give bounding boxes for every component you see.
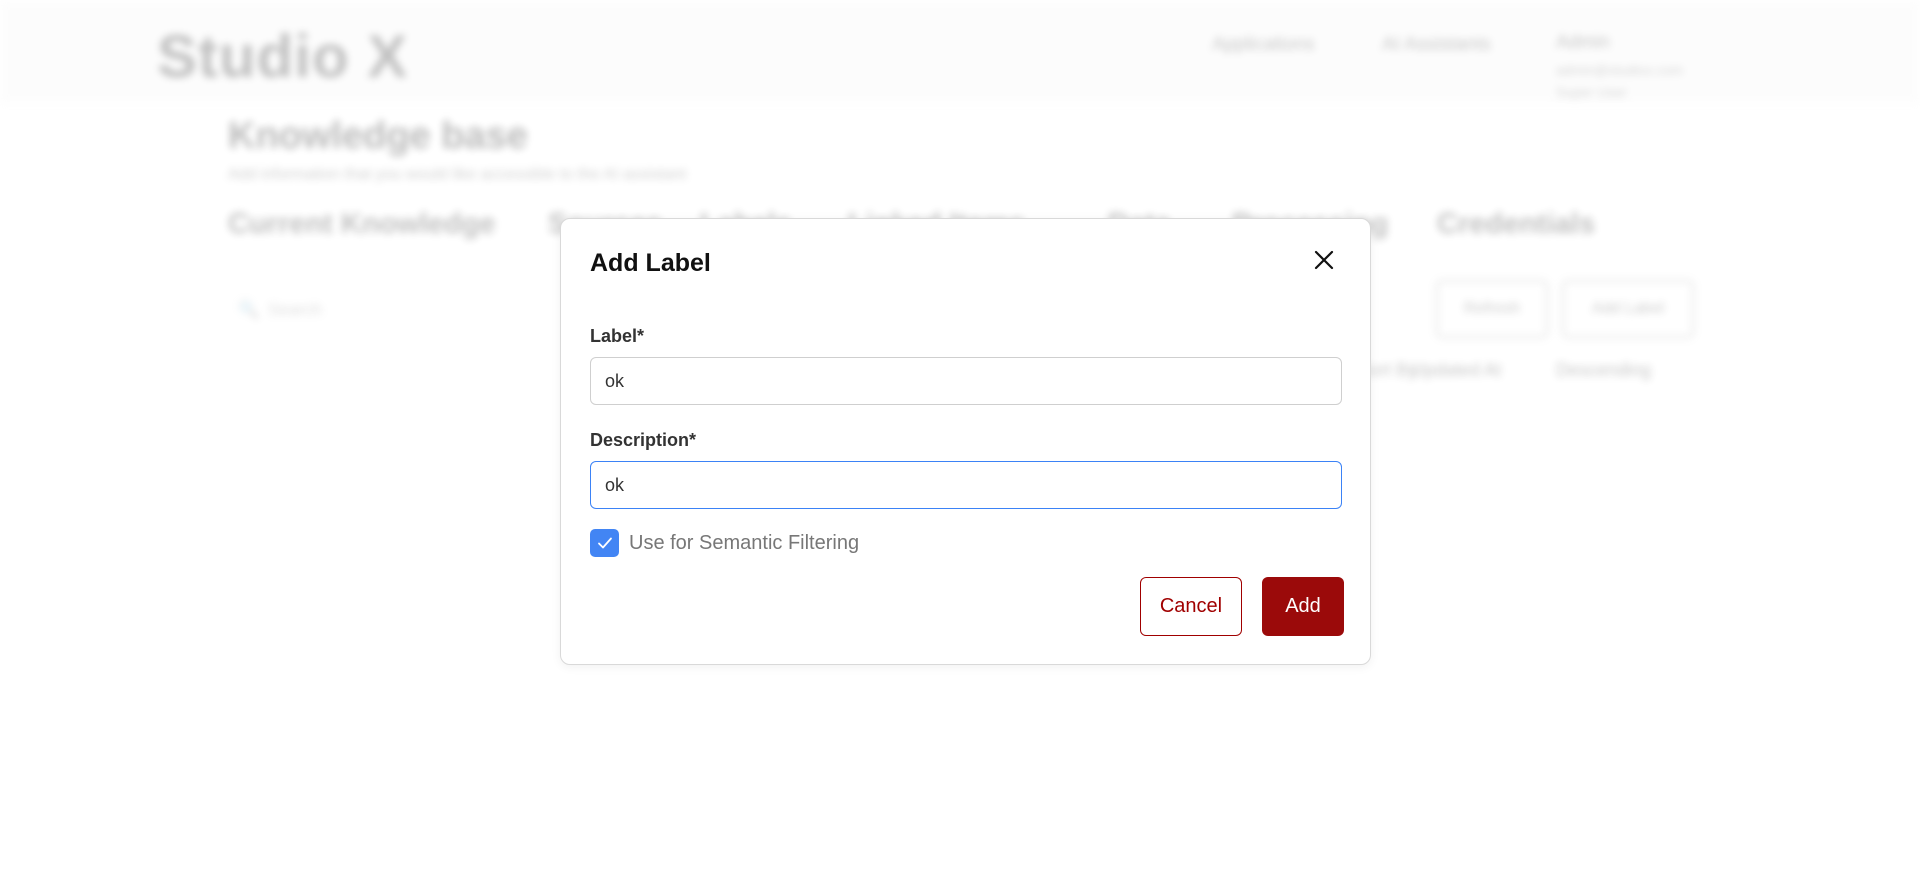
sort-by-select[interactable]: Updated At xyxy=(1412,360,1501,381)
search-placeholder: Search xyxy=(268,300,322,319)
page-subtitle: Add information that you would like acce… xyxy=(228,166,687,183)
cancel-button[interactable]: Cancel xyxy=(1140,577,1242,636)
page-title: Knowledge base xyxy=(228,115,528,157)
tab-current-knowledge[interactable]: Current Knowledge xyxy=(228,208,495,241)
sort-order-select[interactable]: Descending xyxy=(1556,360,1651,381)
tab-credentials[interactable]: Credentials xyxy=(1437,208,1595,241)
label-input[interactable] xyxy=(590,357,1342,405)
checkmark-icon xyxy=(597,537,612,549)
app-logo: Studio X xyxy=(157,23,409,90)
add-label-button[interactable]: Add Label xyxy=(1562,280,1694,338)
user-email: admin@studiox.com xyxy=(1556,62,1684,78)
dialog-title: Add Label xyxy=(590,249,711,277)
semantic-filtering-checkbox[interactable] xyxy=(590,529,619,557)
description-input[interactable] xyxy=(590,461,1342,509)
nav-applications[interactable]: Applications xyxy=(1212,34,1314,56)
description-field-label: Description* xyxy=(590,430,697,450)
user-name: Admin xyxy=(1556,32,1610,53)
close-icon xyxy=(1314,250,1334,270)
search-input[interactable]: 🔍 Search xyxy=(228,290,528,330)
user-menu[interactable]: Admin admin@studiox.com Super User xyxy=(1556,32,1683,100)
search-icon: 🔍 xyxy=(238,300,260,319)
user-role: Super User xyxy=(1556,84,1627,100)
nav-ai-assistants[interactable]: AI Assistants xyxy=(1382,34,1491,56)
top-navigation-bar: Studio X Applications AI Assistants Admi… xyxy=(0,0,1920,104)
add-button[interactable]: Add xyxy=(1262,577,1344,636)
close-button[interactable] xyxy=(1311,247,1337,273)
refresh-button[interactable]: Refresh xyxy=(1436,280,1548,338)
label-field-label: Label* xyxy=(590,326,645,346)
add-label-dialog: Add Label Label* Description* Use for Se… xyxy=(560,218,1371,665)
semantic-filtering-label[interactable]: Use for Semantic Filtering xyxy=(629,532,859,555)
